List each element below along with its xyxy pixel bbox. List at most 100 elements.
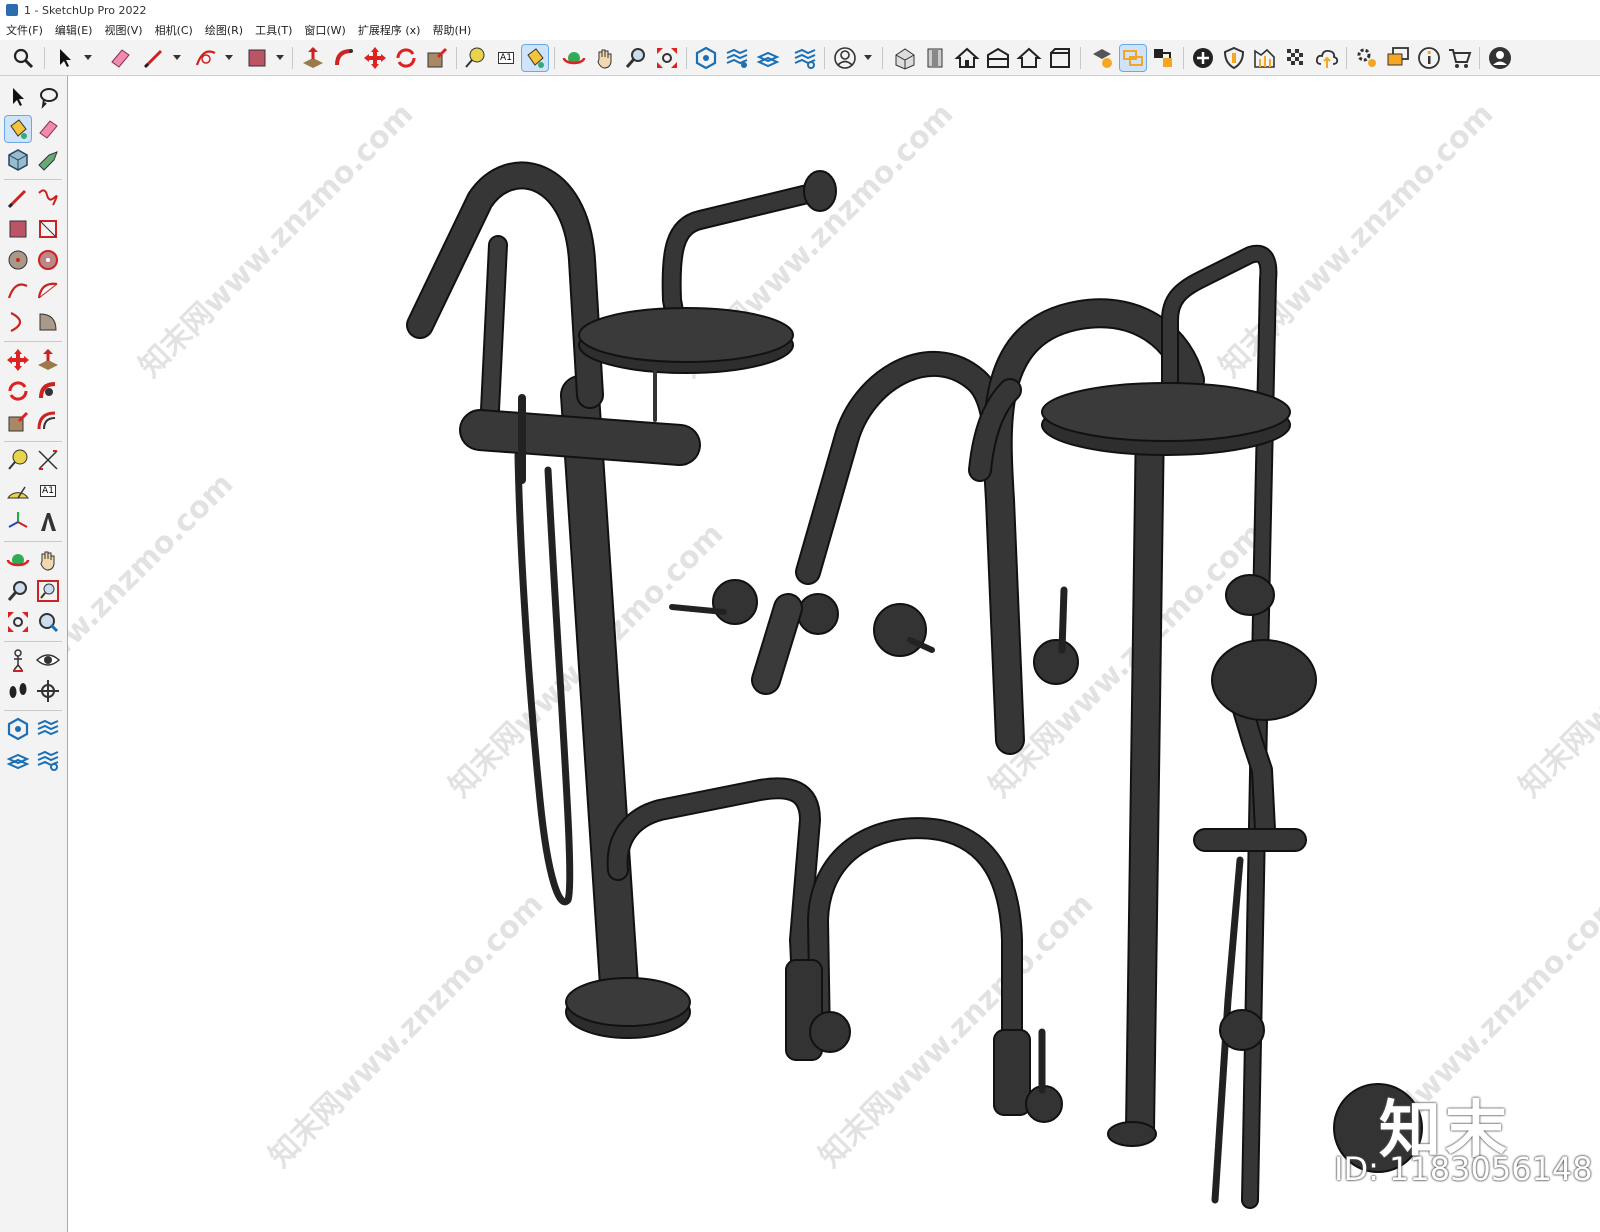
line-dropdown-icon[interactable] xyxy=(173,55,181,60)
left-view-icon[interactable] xyxy=(1047,45,1073,71)
protractor-icon[interactable] xyxy=(5,478,31,504)
chat-feedback-icon[interactable] xyxy=(1385,45,1411,71)
orbit-icon[interactable] xyxy=(561,45,587,71)
zoom-extents-icon[interactable] xyxy=(5,609,31,635)
cloud-upload-icon[interactable] xyxy=(1314,45,1340,71)
push-pull-icon[interactable] xyxy=(300,45,326,71)
select-arrow-icon[interactable] xyxy=(5,84,31,110)
tag-icon[interactable] xyxy=(35,147,61,173)
tape-measure-icon[interactable] xyxy=(462,45,488,71)
follow-me-icon[interactable] xyxy=(35,378,61,404)
component-options-icon[interactable] xyxy=(1119,44,1147,72)
layout-send-icon[interactable] xyxy=(5,747,31,773)
scale-icon[interactable] xyxy=(424,45,450,71)
look-around-eye-icon[interactable] xyxy=(35,647,61,673)
previous-view-icon[interactable] xyxy=(35,609,61,635)
cart-icon[interactable] xyxy=(1447,45,1473,71)
text-tool-button[interactable]: A1 xyxy=(493,45,519,71)
rectangle-dropdown-icon[interactable] xyxy=(276,55,284,60)
menu-view[interactable]: 视图(V) xyxy=(98,22,148,38)
dimension-icon[interactable] xyxy=(35,447,61,473)
lasso-select-icon[interactable] xyxy=(35,84,61,110)
rotated-rectangle-icon[interactable] xyxy=(35,216,61,242)
zoom-icon[interactable] xyxy=(5,578,31,604)
3d-warehouse-icon[interactable] xyxy=(693,45,719,71)
back-view-icon[interactable] xyxy=(1016,45,1042,71)
paint-bucket-icon[interactable] xyxy=(4,115,32,143)
3d-text-icon[interactable] xyxy=(35,509,61,535)
extension-warehouse-icon[interactable] xyxy=(35,716,61,742)
zoom-window-icon[interactable] xyxy=(35,578,61,604)
rotate-icon[interactable] xyxy=(393,45,419,71)
menu-help[interactable]: 帮助(H) xyxy=(426,22,477,38)
follow-me-icon[interactable] xyxy=(331,45,357,71)
pencil-line-icon[interactable] xyxy=(141,45,167,71)
paint-bucket-icon[interactable] xyxy=(521,44,549,72)
component-attributes-icon[interactable] xyxy=(1151,45,1177,71)
scale-icon[interactable] xyxy=(5,409,31,435)
profile-dropdown-icon[interactable] xyxy=(864,55,872,60)
zoom-icon[interactable] xyxy=(623,45,649,71)
3d-warehouse-icon[interactable] xyxy=(5,716,31,742)
terrain-icon[interactable] xyxy=(1252,45,1278,71)
extension-manager-icon[interactable] xyxy=(792,45,818,71)
arc-icon[interactable] xyxy=(5,278,31,304)
select-arrow-icon[interactable] xyxy=(52,45,78,71)
dynamic-component-icon[interactable] xyxy=(1089,45,1115,71)
texture-grid-icon[interactable] xyxy=(1283,45,1309,71)
menu-file[interactable]: 文件(F) xyxy=(0,22,49,38)
menu-window[interactable]: 窗口(W) xyxy=(298,22,351,38)
move-icon[interactable] xyxy=(362,45,388,71)
circle-icon[interactable] xyxy=(5,247,31,273)
freehand-icon[interactable] xyxy=(35,185,61,211)
eraser-icon[interactable] xyxy=(35,116,61,142)
search-icon[interactable] xyxy=(10,45,36,71)
text-tool-button[interactable]: A1 xyxy=(35,478,61,504)
make-component-icon[interactable] xyxy=(5,147,31,173)
move-icon[interactable] xyxy=(5,347,31,373)
arc-icon[interactable] xyxy=(193,45,219,71)
polygon-icon[interactable] xyxy=(35,247,61,273)
extension-warehouse-icon[interactable] xyxy=(724,45,750,71)
orbit-icon[interactable] xyxy=(5,547,31,573)
tap-fixtures-model[interactable] xyxy=(68,76,1600,1232)
shield-icon[interactable] xyxy=(1221,45,1247,71)
arc-dropdown-icon[interactable] xyxy=(225,55,233,60)
rotate-icon[interactable] xyxy=(5,378,31,404)
axes-icon[interactable] xyxy=(5,509,31,535)
user-profile-icon[interactable] xyxy=(832,45,858,71)
position-camera-icon[interactable] xyxy=(5,647,31,673)
layout-send-icon[interactable] xyxy=(755,45,781,71)
rectangle-icon[interactable] xyxy=(244,45,270,71)
top-view-icon[interactable] xyxy=(923,45,949,71)
select-dropdown-icon[interactable] xyxy=(84,55,92,60)
menu-extensions[interactable]: 扩展程序 (x) xyxy=(352,22,427,38)
menu-camera[interactable]: 相机(C) xyxy=(149,22,199,38)
extension-manager-icon[interactable] xyxy=(35,747,61,773)
offset-icon[interactable] xyxy=(35,409,61,435)
three-point-arc-icon[interactable] xyxy=(5,309,31,335)
pan-hand-icon[interactable] xyxy=(35,547,61,573)
walk-footprints-icon[interactable] xyxy=(5,678,31,704)
rectangle-icon[interactable] xyxy=(5,216,31,242)
section-plane-icon[interactable] xyxy=(35,678,61,704)
zoom-extents-icon[interactable] xyxy=(654,45,680,71)
menu-edit[interactable]: 编辑(E) xyxy=(49,22,99,38)
account-icon[interactable] xyxy=(1487,45,1513,71)
two-point-arc-icon[interactable] xyxy=(35,278,61,304)
pie-icon[interactable] xyxy=(35,309,61,335)
info-icon[interactable] xyxy=(1416,45,1442,71)
tape-measure-icon[interactable] xyxy=(5,447,31,473)
pan-hand-icon[interactable] xyxy=(592,45,618,71)
model-viewport[interactable]: 知末网www.znzmo.com 知末网www.znzmo.com 知末网www… xyxy=(68,76,1600,1232)
menu-tools[interactable]: 工具(T) xyxy=(249,22,298,38)
right-view-icon[interactable] xyxy=(985,45,1011,71)
pencil-line-icon[interactable] xyxy=(5,185,31,211)
push-pull-icon[interactable] xyxy=(35,347,61,373)
menu-draw[interactable]: 绘图(R) xyxy=(199,22,249,38)
eraser-icon[interactable] xyxy=(107,45,133,71)
front-view-home-icon[interactable] xyxy=(954,45,980,71)
iso-view-icon[interactable] xyxy=(892,45,918,71)
gear-icon[interactable] xyxy=(1354,45,1380,71)
add-location-icon[interactable] xyxy=(1190,45,1216,71)
